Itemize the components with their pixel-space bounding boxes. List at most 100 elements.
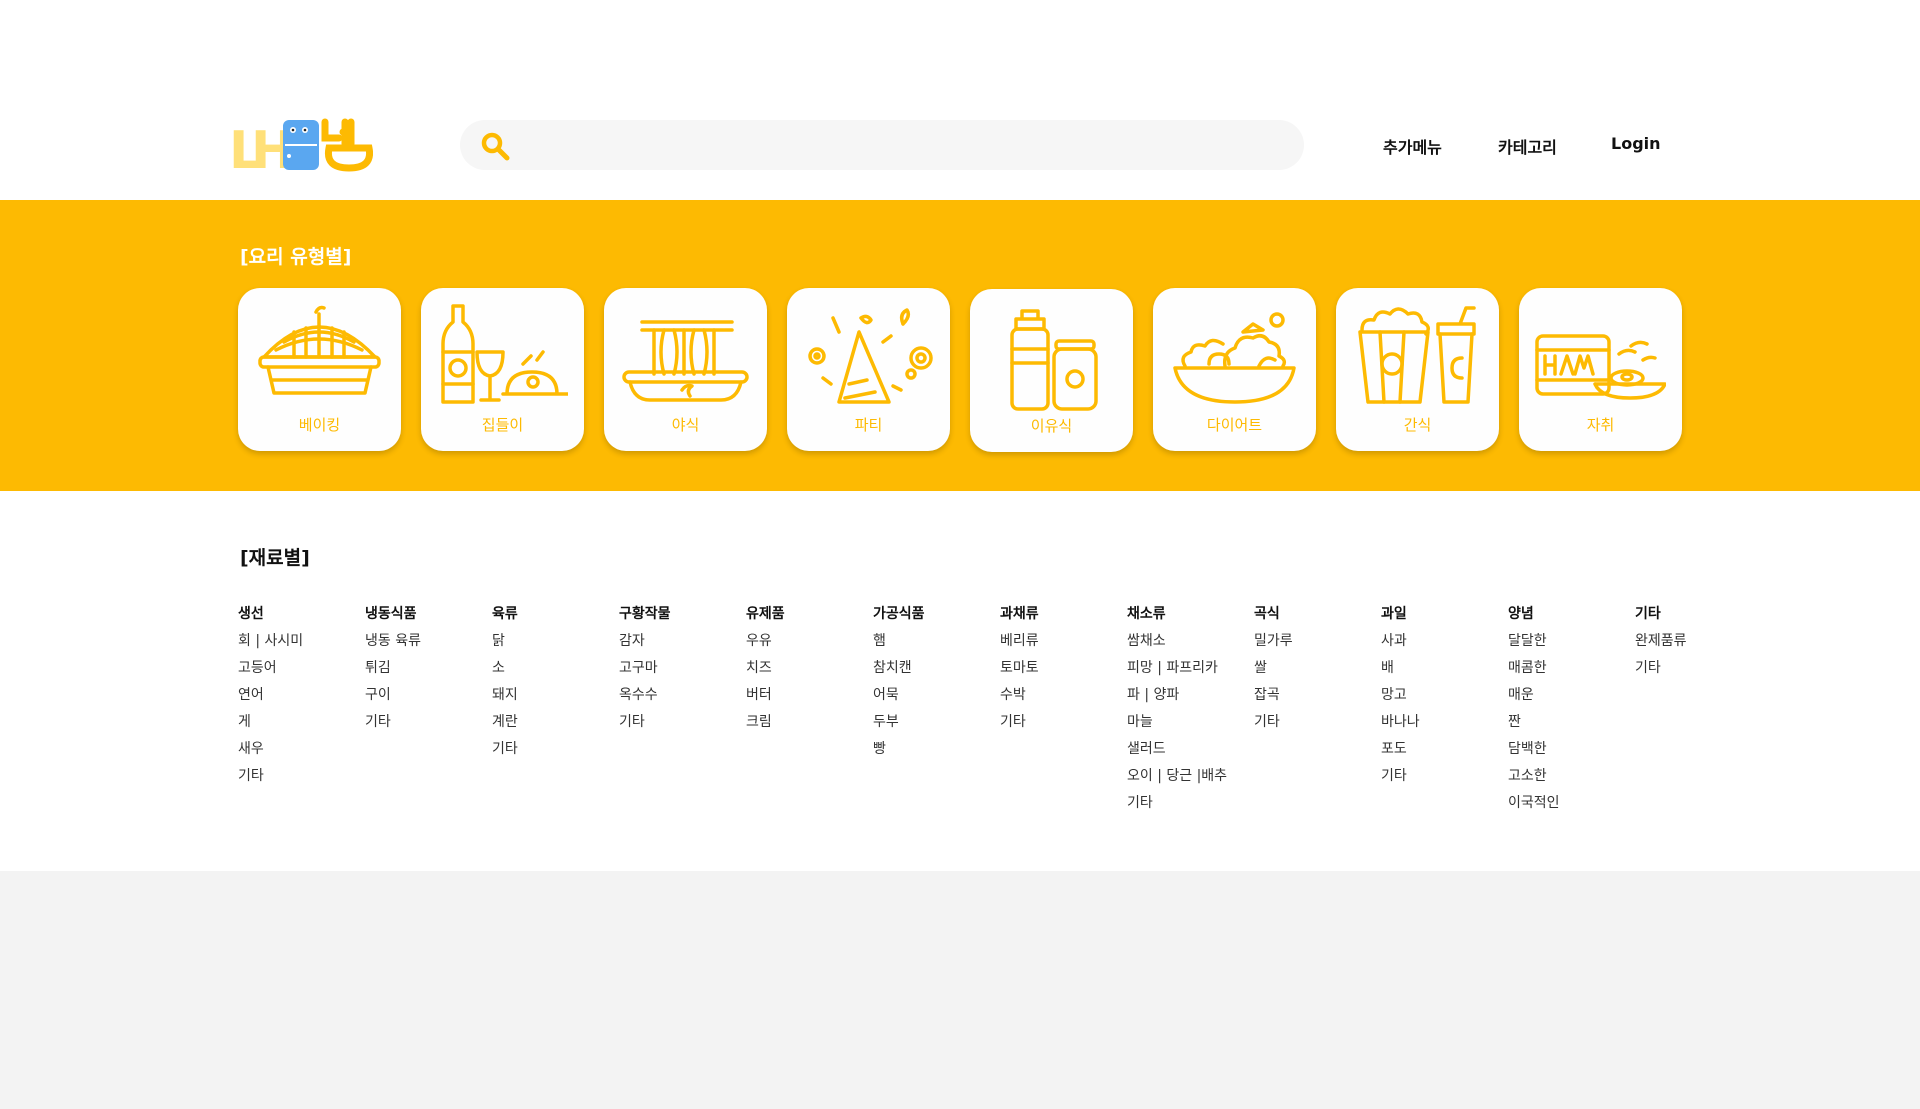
card-snack[interactable]: 간식 [1336,288,1499,451]
ingredient-column: 양념 달달한 매콤한 매운 짠 담백한 고소한 이국적인 [1508,605,1633,821]
ingredient-item[interactable]: 바나나 [1381,713,1506,740]
ingredient-item[interactable]: 기타 [1000,713,1125,740]
wine-party-icon [441,304,568,404]
ingredient-category-heading[interactable]: 과채류 [1000,605,1125,632]
ingredient-item[interactable]: 짠 [1508,713,1633,740]
ingredient-item[interactable]: 버터 [746,686,871,713]
search-icon[interactable] [480,131,510,161]
ingredient-item[interactable]: 빵 [873,740,998,767]
ingredient-item[interactable]: 구이 [365,686,490,713]
ingredient-item[interactable]: 배 [1381,659,1506,686]
ingredient-category-heading[interactable]: 채소류 [1127,605,1252,632]
noodle-icon [622,320,749,402]
ingredient-item[interactable]: 계란 [492,713,617,740]
ingredient-column: 채소류 쌈채소 피망 | 파프리카 파 | 양파 마늘 샐러드 오이 | 당근 |배추 기타 [1127,605,1252,821]
ingredient-item[interactable]: 토마토 [1000,659,1125,686]
ingredient-item[interactable]: 밀가루 [1254,632,1379,659]
card-baking[interactable]: 베이킹 [238,288,401,451]
ingredient-item[interactable]: 기타 [1635,659,1760,686]
ingredient-item[interactable]: 새우 [238,740,363,767]
ingredient-item[interactable]: 두부 [873,713,998,740]
ingredient-item[interactable]: 피망 | 파프리카 [1127,659,1252,686]
ingredient-item[interactable]: 수박 [1000,686,1125,713]
card-diet[interactable]: 다이어트 [1153,288,1316,451]
ingredient-item[interactable]: 고등어 [238,659,363,686]
ingredient-item[interactable]: 햄 [873,632,998,659]
ingredient-section: [재료별] 생선 회 | 사시미 고등어 연어 게 새우 기타 냉동식품 냉동 육류 튀김 구이 기타… [0,491,1920,871]
ingredient-item[interactable]: 연어 [238,686,363,713]
ingredient-item[interactable]: 쌈채소 [1127,632,1252,659]
ingredient-item[interactable]: 사과 [1381,632,1506,659]
ingredient-item[interactable]: 감자 [619,632,744,659]
ingredient-item[interactable]: 어묵 [873,686,998,713]
ingredient-item[interactable]: 냉동 육류 [365,632,490,659]
ingredient-item[interactable]: 파 | 양파 [1127,686,1252,713]
ingredient-item[interactable]: 기타 [619,713,744,740]
card-baby-food[interactable]: 이유식 [970,289,1133,452]
nav-login[interactable]: Login [1611,134,1661,153]
cooking-type-title: [요리 유형별] [240,246,352,268]
ingredient-item[interactable]: 달달한 [1508,632,1633,659]
ingredient-column: 곡식 밀가루 쌀 잡곡 기타 [1254,605,1379,740]
logo[interactable]: L H [229,118,373,172]
card-housewarming[interactable]: 집들이 [421,288,584,451]
ingredient-item[interactable]: 튀김 [365,659,490,686]
ingredient-item[interactable]: 오이 | 당근 |배추 [1127,767,1252,794]
search-bar [460,120,1304,170]
ingredient-column: 생선 회 | 사시미 고등어 연어 게 새우 기타 [238,605,363,794]
nav-extra-menu[interactable]: 추가메뉴 [1383,134,1442,158]
ingredient-category-heading[interactable]: 가공식품 [873,605,998,632]
ingredient-item[interactable]: 매콤한 [1508,659,1633,686]
search-input[interactable] [522,128,1282,162]
ingredient-item[interactable]: 게 [238,713,363,740]
ingredient-item[interactable]: 고소한 [1508,767,1633,794]
card-living-alone[interactable]: 자취 [1519,288,1682,451]
ingredient-item[interactable]: 이국적인 [1508,794,1633,821]
ingredient-item[interactable]: 포도 [1381,740,1506,767]
card-party[interactable]: 파티 [787,288,950,451]
ingredient-category-heading[interactable]: 기타 [1635,605,1760,632]
ingredient-item[interactable]: 소 [492,659,617,686]
ingredient-item[interactable]: 고구마 [619,659,744,686]
ingredient-item[interactable]: 회 | 사시미 [238,632,363,659]
ingredient-category-heading[interactable]: 곡식 [1254,605,1379,632]
card-label: 간식 [1403,416,1432,434]
ingredient-item[interactable]: 기타 [1381,767,1506,794]
ingredient-item[interactable]: 우유 [746,632,871,659]
ingredient-item[interactable]: 치즈 [746,659,871,686]
ingredient-column: 기타 완제품류 기타 [1635,605,1760,686]
card-late-night[interactable]: 야식 [604,288,767,451]
ingredient-category-heading[interactable]: 양념 [1508,605,1633,632]
ingredient-item[interactable]: 매운 [1508,686,1633,713]
ingredient-item[interactable]: 닭 [492,632,617,659]
ingredient-column: 구황작물 감자 고구마 옥수수 기타 [619,605,744,740]
ingredient-category-heading[interactable]: 구황작물 [619,605,744,632]
ingredient-item[interactable]: 기타 [1127,794,1252,821]
ingredient-item[interactable]: 기타 [365,713,490,740]
ingredient-item[interactable]: 옥수수 [619,686,744,713]
ingredient-item[interactable]: 샐러드 [1127,740,1252,767]
ingredient-item[interactable]: 쌀 [1254,659,1379,686]
ingredient-category-heading[interactable]: 과일 [1381,605,1506,632]
ingredient-category-heading[interactable]: 육류 [492,605,617,632]
ingredient-item[interactable]: 망고 [1381,686,1506,713]
ingredient-category-heading[interactable]: 생선 [238,605,363,632]
ingredient-category-heading[interactable]: 냉동식품 [365,605,490,632]
ingredient-item[interactable]: 잡곡 [1254,686,1379,713]
ingredient-item[interactable]: 돼지 [492,686,617,713]
nav-category[interactable]: 카테고리 [1498,134,1557,158]
ingredient-title: [재료별] [240,547,310,569]
ingredient-item[interactable]: 참치캔 [873,659,998,686]
popcorn-drink-icon [1358,306,1476,404]
ingredient-item[interactable]: 담백한 [1508,740,1633,767]
header: L H 추가메뉴 카테고리 Login [0,0,1920,200]
ingredient-item[interactable]: 기타 [1254,713,1379,740]
ingredient-category-heading[interactable]: 유제품 [746,605,871,632]
ingredient-item[interactable]: 완제품류 [1635,632,1760,659]
card-label: 야식 [671,416,700,434]
ingredient-item[interactable]: 기타 [492,740,617,767]
ingredient-item[interactable]: 마늘 [1127,713,1252,740]
ingredient-item[interactable]: 기타 [238,767,363,794]
ingredient-item[interactable]: 크림 [746,713,871,740]
ingredient-item[interactable]: 베리류 [1000,632,1125,659]
